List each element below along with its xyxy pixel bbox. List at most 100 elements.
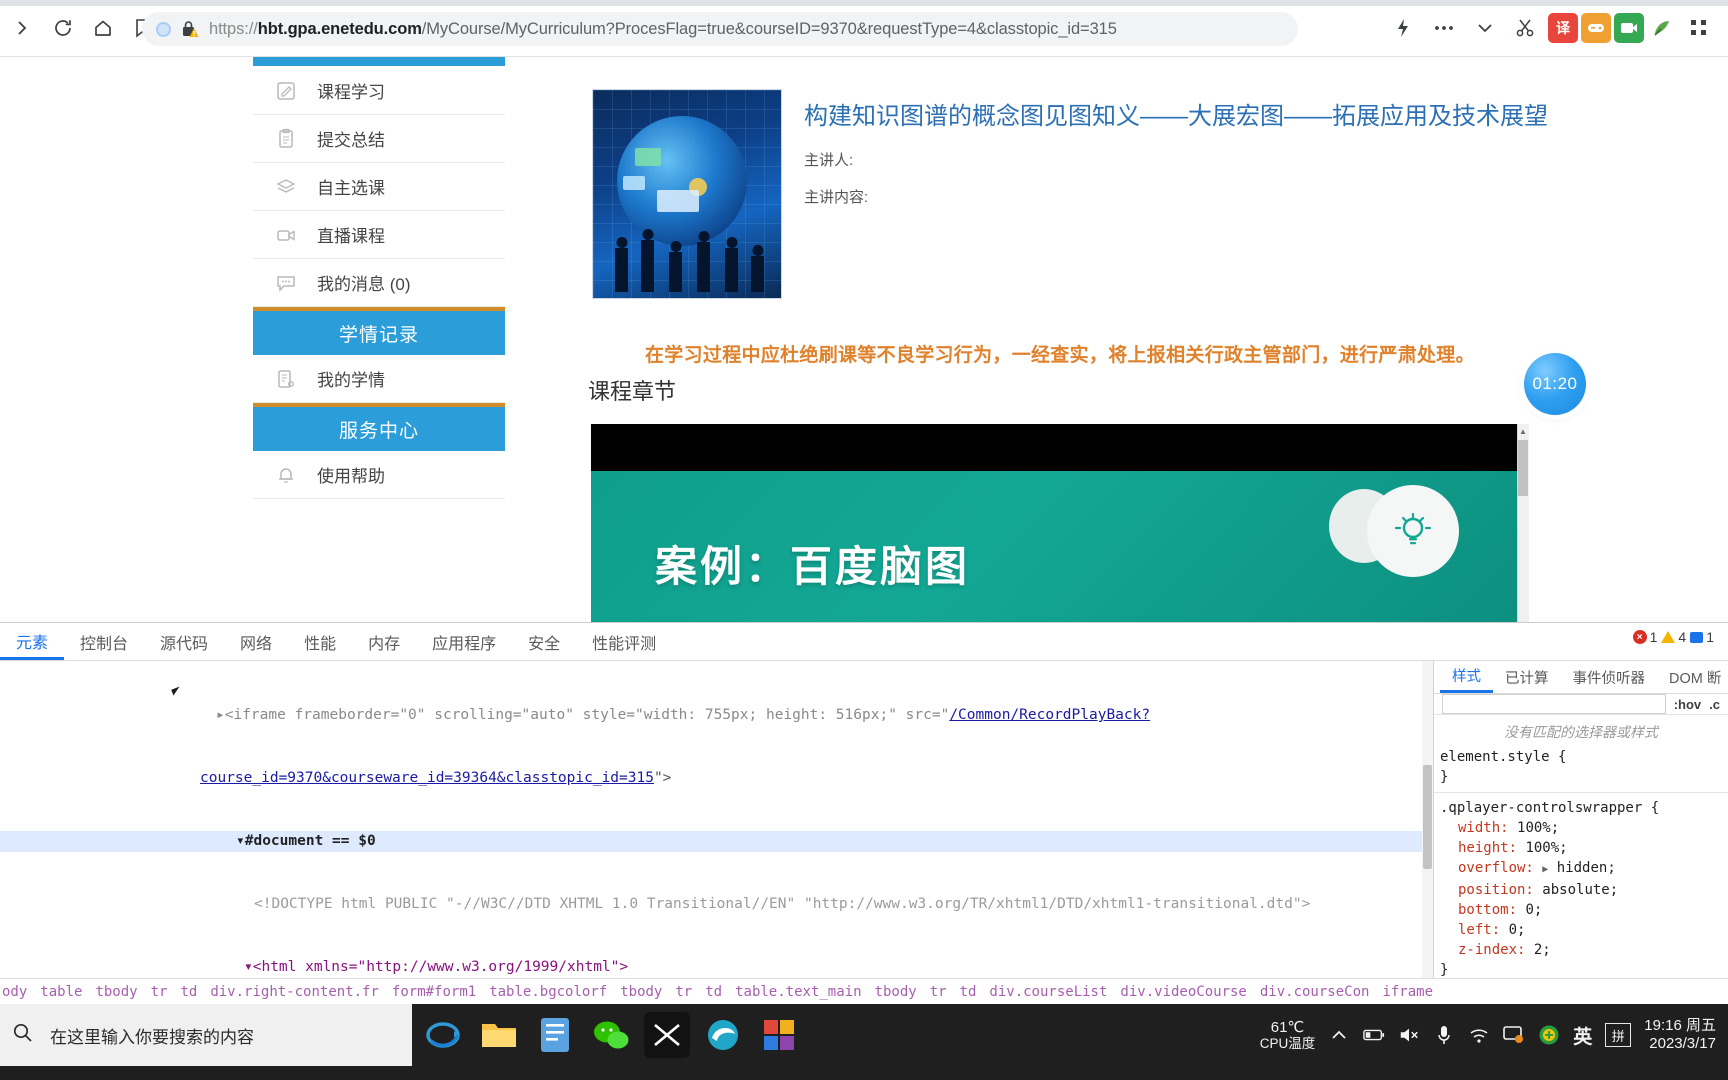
css-declaration-bottom[interactable]: bottom: 0; [1440, 900, 1728, 920]
breadcrumb-item[interactable]: div.courseCon [1260, 984, 1370, 1000]
breadcrumb-item[interactable]: table.text_main [735, 984, 861, 1000]
tab-network[interactable]: 网络 [224, 624, 288, 660]
breadcrumb-item[interactable]: form#form1 [392, 984, 476, 1000]
volume-muted-icon[interactable] [1398, 1024, 1420, 1046]
more-icon[interactable] [1425, 8, 1463, 48]
breadcrumb-item[interactable]: td [960, 984, 977, 1000]
dom-scrollbar-thumb[interactable] [1423, 765, 1432, 869]
reload-icon[interactable] [44, 9, 82, 47]
chevron-down-icon[interactable] [1466, 8, 1504, 48]
sidebar-header-study-record[interactable]: 学情记录 [253, 307, 505, 355]
sidebar-item-my-study[interactable]: 我的学情 [253, 355, 505, 403]
warning-counter[interactable]: 4 [1661, 629, 1686, 645]
sidebar-item-self-select-course[interactable]: 自主选课 [253, 163, 505, 211]
tab-performance[interactable]: 性能 [288, 624, 352, 660]
dom-line-document[interactable]: ▾#document == $0 [0, 831, 1433, 852]
scroll-up-arrow-icon[interactable]: ▲ [1518, 425, 1528, 438]
breadcrumb-item[interactable]: tr [675, 984, 692, 1000]
breadcrumb-item[interactable]: iframe [1382, 984, 1433, 1000]
tab-console[interactable]: 控制台 [64, 624, 144, 660]
tab-lighthouse[interactable]: 性能评测 [576, 624, 672, 660]
breadcrumb-item[interactable]: tbody [95, 984, 137, 1000]
tab-event-listeners[interactable]: 事件侦听器 [1561, 661, 1658, 693]
battery-icon[interactable] [1363, 1024, 1385, 1046]
css-declaration-z-index[interactable]: z-index: 2; [1440, 940, 1728, 960]
hover-state-button[interactable]: :hov [1674, 697, 1701, 712]
wifi-icon[interactable] [1468, 1024, 1490, 1046]
sidebar-item-submit-summary[interactable]: 提交总结 [253, 115, 505, 163]
course-title-link[interactable]: 构建知识图谱的概念图见图知义——大展宏图——拓展应用及技术展望 [804, 101, 1548, 132]
ime-mode-indicator[interactable]: 拼 [1605, 1023, 1632, 1047]
breadcrumb-item[interactable]: td [180, 984, 197, 1000]
course-video-player[interactable]: 案例：百度脑图 ▲ [591, 424, 1529, 622]
dom-iframe-src-link[interactable]: /Common/RecordPlayBack? [949, 707, 1150, 723]
display-icon[interactable] [1503, 1024, 1525, 1046]
scissors-icon[interactable] [1507, 8, 1545, 48]
dom-line-iframe[interactable]: ▸<iframe frameborder="0" scrolling="auto… [0, 705, 1433, 726]
qplayer-controlswrapper-rule[interactable]: .qplayer-controlswrapper { width: 100%; h… [1434, 796, 1728, 982]
sidebar-header-service-center[interactable]: 服务中心 [253, 403, 505, 451]
scrollbar-thumb[interactable] [1518, 440, 1528, 496]
sidebar-item-live-course[interactable]: 直播课程 [253, 211, 505, 259]
breadcrumb-item[interactable]: ody [2, 984, 27, 1000]
tab-application[interactable]: 应用程序 [416, 624, 512, 660]
element-style-rule[interactable]: element.style { } [1434, 745, 1728, 789]
chevron-up-icon[interactable] [1328, 1024, 1350, 1046]
breadcrumb-item[interactable]: div.courseList [989, 984, 1107, 1000]
address-bar[interactable]: https://hbt.gpa.enetedu.com/MyCourse/MyC… [142, 12, 1298, 46]
cpu-temperature-widget[interactable]: 61℃ CPU温度 [1260, 1019, 1316, 1052]
tab-sources[interactable]: 源代码 [144, 624, 224, 660]
gamepad-icon[interactable] [1581, 13, 1611, 43]
breadcrumb-item[interactable]: table [40, 984, 82, 1000]
edge-icon[interactable] [700, 1012, 746, 1058]
url-text[interactable]: https://hbt.gpa.enetedu.com/MyCourse/MyC… [209, 20, 1117, 39]
breadcrumb-item[interactable]: div.right-content.fr [210, 984, 379, 1000]
taskbar-search-box[interactable]: 在这里输入你要搜索的内容 [0, 1004, 412, 1066]
error-counter[interactable]: × 1 [1632, 629, 1657, 645]
study-timer-badge[interactable]: 01:20 [1524, 353, 1586, 415]
colorful-app-icon[interactable] [756, 1012, 802, 1058]
breadcrumb-item[interactable]: tr [151, 984, 168, 1000]
breadcrumb-item[interactable]: tr [930, 984, 947, 1000]
class-button[interactable]: .c [1709, 697, 1720, 712]
css-declaration-width[interactable]: width: 100%; [1440, 818, 1728, 838]
dom-scrollbar[interactable] [1422, 661, 1433, 1004]
sidebar-item-help[interactable]: 使用帮助 [253, 451, 505, 499]
site-info-icon[interactable] [156, 21, 171, 37]
breadcrumb-item[interactable]: tbody [875, 984, 917, 1000]
css-declaration-left[interactable]: left: 0; [1440, 920, 1728, 940]
xmind-icon[interactable] [644, 1012, 690, 1058]
translate-icon[interactable]: 译 [1548, 13, 1578, 43]
message-counter[interactable]: 1 [1690, 629, 1714, 645]
tab-security[interactable]: 安全 [512, 624, 576, 660]
breadcrumb-item[interactable]: div.videoCourse [1120, 984, 1246, 1000]
apps-grid-icon[interactable] [1680, 8, 1718, 48]
flash-icon[interactable] [1384, 8, 1422, 48]
tab-styles[interactable]: 样式 [1440, 661, 1493, 693]
breadcrumb-item[interactable]: td [705, 984, 722, 1000]
forward-button[interactable] [4, 9, 42, 47]
shield-plus-icon[interactable] [1538, 1024, 1560, 1046]
taskbar-clock[interactable]: 19:16 周五 2023/3/17 [1644, 1017, 1720, 1053]
breadcrumb-item[interactable]: table.bgcolorf [489, 984, 607, 1000]
notes-app-icon[interactable] [532, 1012, 578, 1058]
tab-elements[interactable]: 元素 [0, 624, 65, 660]
microphone-icon[interactable] [1433, 1024, 1455, 1046]
internet-explorer-icon[interactable] [420, 1012, 466, 1058]
styles-filter-input[interactable] [1442, 694, 1666, 714]
sidebar-item-course-study[interactable]: 课程学习 [253, 67, 505, 115]
tab-memory[interactable]: 内存 [352, 624, 416, 660]
wechat-icon[interactable] [588, 1012, 634, 1058]
home-icon[interactable] [84, 9, 122, 47]
lock-warning-icon[interactable] [181, 19, 199, 39]
tab-dom-breakpoints[interactable]: DOM 断 [1657, 661, 1728, 693]
css-declaration-position[interactable]: position: absolute; [1440, 880, 1728, 900]
tab-computed[interactable]: 已计算 [1493, 661, 1561, 693]
sidebar-item-my-messages[interactable]: 我的消息 (0) [253, 259, 505, 307]
video-icon[interactable] [1614, 13, 1644, 43]
ime-language-indicator[interactable]: 英 [1573, 1022, 1592, 1049]
css-declaration-height[interactable]: height: 100%; [1440, 838, 1728, 858]
dom-line-html[interactable]: ▾<html xmlns="http://www.w3.org/1999/xht… [0, 957, 1433, 978]
dom-iframe-src-query[interactable]: course_id=9370&courseware_id=39364&class… [200, 770, 654, 786]
css-declaration-overflow[interactable]: overflow: ▶ hidden; [1440, 858, 1728, 880]
